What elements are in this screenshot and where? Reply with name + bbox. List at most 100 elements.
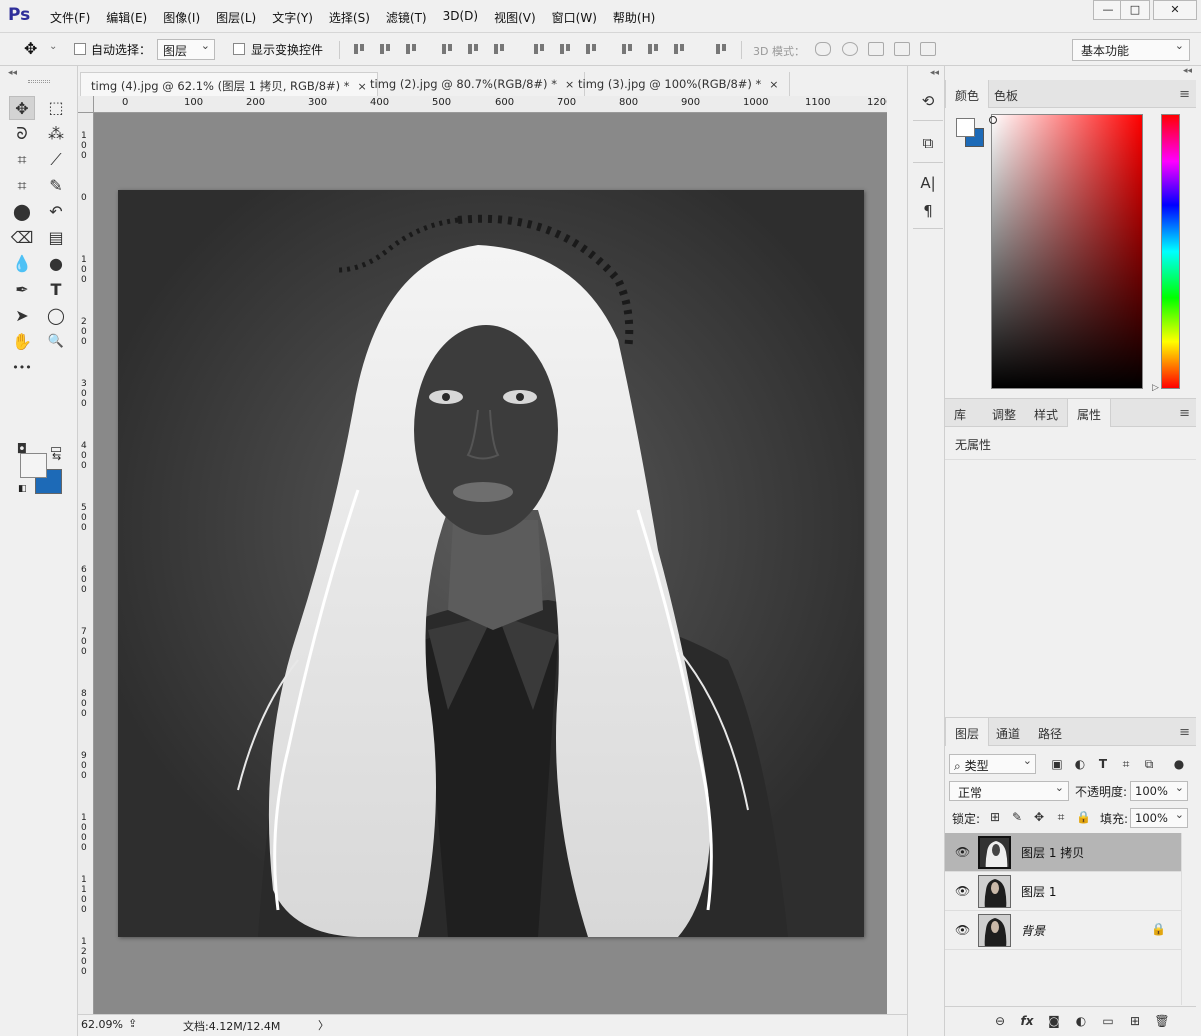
close-window-button[interactable]: ✕	[1153, 0, 1197, 20]
blur-tool[interactable]: 💧	[9, 252, 35, 276]
character-panel-icon[interactable]: A|	[917, 172, 939, 194]
add-mask-icon[interactable]: ◙	[1045, 1013, 1063, 1029]
visibility-eye-icon[interactable]: 👁	[955, 884, 970, 898]
dodge-tool[interactable]: ●	[43, 252, 69, 276]
ellipse-tool[interactable]: ◯	[43, 304, 69, 328]
visibility-eye-icon[interactable]: 👁	[955, 845, 970, 859]
new-group-icon[interactable]: ▭	[1099, 1013, 1117, 1029]
move-tool-preset-icon[interactable]: ✥	[24, 39, 37, 58]
minimize-button[interactable]: —	[1093, 0, 1123, 20]
new-layer-icon[interactable]: ⊞	[1126, 1013, 1144, 1029]
hand-tool[interactable]: ✋	[9, 330, 35, 354]
distribute-bottom-icon[interactable]	[584, 42, 598, 56]
marquee-tool[interactable]: ⬚	[43, 96, 69, 120]
type-tool[interactable]: T	[43, 278, 69, 302]
tab-styles[interactable]: 样式	[1025, 399, 1067, 427]
scale-3d-icon[interactable]	[920, 42, 936, 56]
foreground-color-swatch[interactable]	[20, 453, 47, 478]
layer-name[interactable]: 图层 1	[1021, 883, 1056, 900]
clone-stamp-tool[interactable]: ⬤	[9, 200, 35, 224]
visibility-eye-icon[interactable]: 👁	[955, 923, 970, 937]
lasso-tool[interactable]: ᘐ	[9, 122, 35, 146]
lock-image-icon[interactable]: ✎	[1010, 810, 1024, 824]
auto-align-icon[interactable]	[714, 42, 728, 56]
link-layers-icon[interactable]: ⊖	[991, 1013, 1009, 1029]
horizontal-ruler[interactable]: 0 100 200 300 400 500 600 700 800 900 10…	[94, 96, 887, 113]
filter-type-layers-icon[interactable]: T	[1095, 756, 1111, 772]
history-brush-tool[interactable]: ↶	[43, 200, 69, 224]
panel-foreground-swatch[interactable]	[956, 118, 975, 137]
layer-name[interactable]: 背景	[1021, 922, 1045, 939]
maximize-button[interactable]: □	[1120, 0, 1150, 20]
share-icon[interactable]: ⇪	[128, 1017, 137, 1030]
document-tab-timg2[interactable]: timg (2).jpg @ 80.7%(RGB/8#) * ×	[360, 72, 586, 96]
distribute-right-icon[interactable]	[672, 42, 686, 56]
align-top-icon[interactable]	[352, 42, 366, 56]
move-tool[interactable]: ✥	[9, 96, 35, 120]
menu-type[interactable]: 文字(Y)	[272, 9, 313, 26]
workspace-select[interactable]: 基本功能	[1072, 39, 1190, 61]
lock-transparent-icon[interactable]: ⊞	[988, 810, 1002, 824]
roll-3d-icon[interactable]	[842, 42, 858, 56]
align-vcenter-icon[interactable]	[378, 42, 392, 56]
tab-layers[interactable]: 图层	[945, 718, 990, 746]
slide-3d-icon[interactable]	[894, 42, 910, 56]
menu-3d[interactable]: 3D(D)	[443, 9, 478, 26]
menu-view[interactable]: 视图(V)	[494, 9, 536, 26]
align-right-icon[interactable]	[492, 42, 506, 56]
canvas-scrollbar[interactable]	[887, 96, 905, 1014]
color-picker-field[interactable]	[991, 114, 1143, 389]
distribute-left-icon[interactable]	[620, 42, 634, 56]
crop-tool[interactable]: ⌗	[9, 148, 35, 172]
toolbar-grip[interactable]	[28, 80, 50, 83]
filter-smart-objects-icon[interactable]: ⧉	[1141, 756, 1157, 772]
default-colors-icon[interactable]: ◧	[18, 484, 27, 494]
layer-name[interactable]: 图层 1 拷贝	[1021, 844, 1084, 861]
menu-help[interactable]: 帮助(H)	[613, 9, 655, 26]
orbit-3d-icon[interactable]	[815, 42, 831, 56]
status-menu-chevron-icon[interactable]: 〉	[318, 1017, 329, 1033]
blend-mode-select[interactable]: 正常	[949, 781, 1069, 801]
opacity-input[interactable]: 100%	[1130, 781, 1188, 801]
collapse-strip-icon[interactable]: ◂◂	[930, 68, 939, 78]
close-tab-icon[interactable]: ×	[769, 78, 778, 91]
hue-slider[interactable]	[1161, 114, 1180, 389]
panel-menu-icon[interactable]: ≡	[1179, 406, 1190, 421]
collapse-toolbar-icon[interactable]: ◂◂	[8, 68, 17, 78]
document-tab-timg4[interactable]: timg (4).jpg @ 62.1% (图层 1 拷贝, RGB/8#) *…	[80, 72, 378, 96]
layer-filter-select[interactable]: ⌕ 类型	[949, 754, 1036, 774]
tab-adjustments[interactable]: 调整	[983, 399, 1025, 427]
document-tab-timg3[interactable]: timg (3).jpg @ 100%(RGB/8#) * ×	[568, 72, 790, 96]
align-hcenter-icon[interactable]	[466, 42, 480, 56]
more-tools-icon[interactable]: •••	[9, 356, 35, 380]
paragraph-panel-icon[interactable]: ¶	[917, 200, 939, 222]
zoom-level[interactable]: 62.09%	[81, 1018, 123, 1031]
gradient-tool[interactable]: ▤	[43, 226, 69, 250]
menu-filter[interactable]: 滤镜(T)	[386, 9, 427, 26]
zoom-tool[interactable]: 🔍	[43, 330, 69, 354]
panel-menu-icon[interactable]: ≡	[1179, 87, 1190, 102]
show-transform-checkbox[interactable]	[233, 43, 245, 55]
lock-artboard-icon[interactable]: ⌗	[1054, 810, 1068, 824]
align-left-icon[interactable]	[440, 42, 454, 56]
distribute-hcenter-icon[interactable]	[646, 42, 660, 56]
menu-image[interactable]: 图像(I)	[163, 9, 200, 26]
lock-all-icon[interactable]: 🔒	[1076, 810, 1091, 824]
layers-scrollbar[interactable]	[1181, 833, 1196, 1005]
menu-file[interactable]: 文件(F)	[50, 9, 90, 26]
distribute-vcenter-icon[interactable]	[558, 42, 572, 56]
lock-position-icon[interactable]: ✥	[1032, 810, 1046, 824]
delete-layer-icon[interactable]: 🗑	[1153, 1013, 1171, 1029]
pen-tool[interactable]: ✒	[9, 278, 35, 302]
canvas-area[interactable]	[94, 113, 887, 1014]
document-canvas[interactable]	[118, 190, 864, 937]
adjustment-layer-icon[interactable]: ◐	[1072, 1013, 1090, 1029]
tab-properties[interactable]: 属性	[1067, 399, 1112, 427]
menu-layer[interactable]: 图层(L)	[216, 9, 256, 26]
auto-select-target-select[interactable]: 图层	[157, 39, 215, 60]
tab-swatches[interactable]: 色板	[985, 80, 1027, 108]
frame-tool[interactable]: ⌗	[9, 174, 35, 198]
auto-select-checkbox[interactable]	[74, 43, 86, 55]
vertical-ruler[interactable]: 100 0 100 200 300 400 500 600 700 800 90…	[78, 113, 94, 1014]
properties-panel-icon[interactable]: ⧉	[917, 132, 939, 154]
